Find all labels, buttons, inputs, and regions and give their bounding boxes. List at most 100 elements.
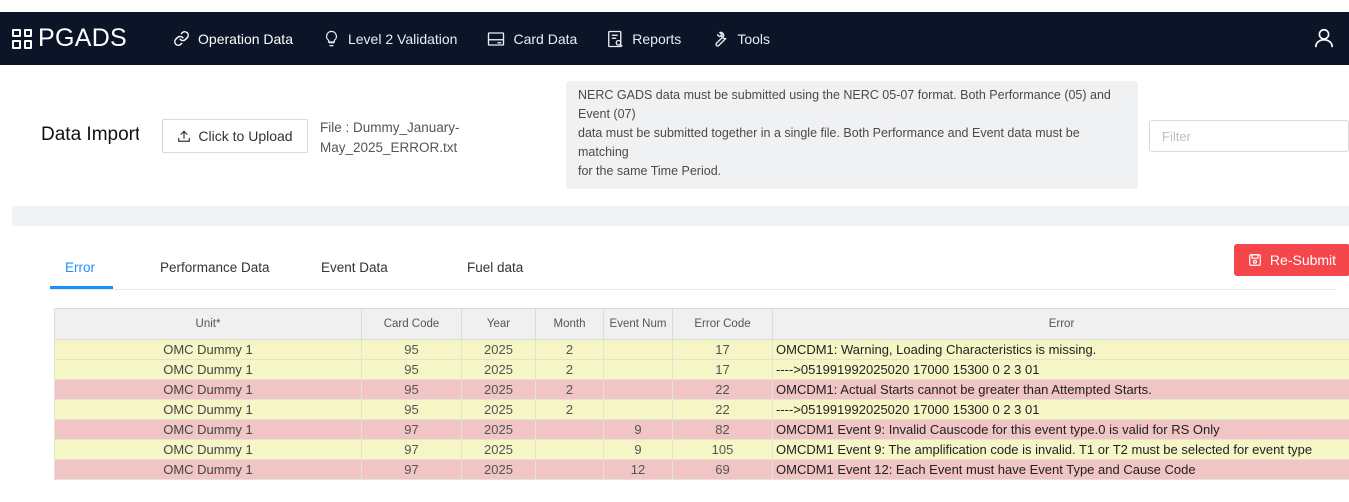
filter-input[interactable] bbox=[1162, 128, 1338, 144]
table-row[interactable]: OMC Dummy 1 95 2025 2 17 OMCDM1: Warning, Loa… bbox=[54, 339, 1349, 360]
cell-year: 2025 bbox=[461, 379, 536, 400]
cell-error-code: 17 bbox=[672, 339, 773, 360]
cell-year: 2025 bbox=[461, 439, 536, 460]
cell-card-code: 95 bbox=[361, 359, 462, 380]
upload-button[interactable]: Click to Upload bbox=[162, 119, 308, 153]
apps-grid-icon bbox=[12, 28, 32, 49]
column-header-unit[interactable]: Unit* bbox=[54, 308, 362, 340]
cell-month bbox=[535, 439, 604, 460]
app-root: PGADS Operation Data Level 2 Validation … bbox=[0, 0, 1349, 502]
cell-event-num: 12 bbox=[603, 459, 673, 480]
table-row[interactable]: OMC Dummy 1 97 2025 9 82 OMCDM1 Event 9: Inva… bbox=[54, 419, 1349, 440]
cell-event-num bbox=[603, 379, 673, 400]
cell-unit: OMC Dummy 1 bbox=[54, 439, 362, 460]
cell-error: OMCDM1: Actual Starts cannot be greater … bbox=[772, 379, 1349, 400]
cell-unit: OMC Dummy 1 bbox=[54, 379, 362, 400]
table-header-row: Unit* Card Code Year Month Event Num Err… bbox=[54, 308, 1349, 340]
section-divider bbox=[12, 206, 1349, 226]
info-line: data must be submitted together in a sin… bbox=[578, 126, 1080, 159]
table-row[interactable]: OMC Dummy 1 97 2025 12 69 OMCDM1 Event 12: Ea… bbox=[54, 459, 1349, 480]
cell-event-num bbox=[603, 339, 673, 360]
cell-error-code: 82 bbox=[672, 419, 773, 440]
cell-year: 2025 bbox=[461, 339, 536, 360]
active-tab-indicator bbox=[50, 286, 113, 289]
cell-unit: OMC Dummy 1 bbox=[54, 339, 362, 360]
cell-error-code: 17 bbox=[672, 359, 773, 380]
resubmit-button[interactable]: Re-Submit bbox=[1234, 244, 1349, 276]
cell-unit: OMC Dummy 1 bbox=[54, 419, 362, 440]
nav-item-reports[interactable]: Reports bbox=[607, 30, 681, 48]
table-row[interactable]: OMC Dummy 1 95 2025 2 22 OMCDM1: Actual Start… bbox=[54, 379, 1349, 400]
cell-error: OMCDM1 Event 9: Invalid Causcode for thi… bbox=[772, 419, 1349, 440]
cell-error: ---->051991992025020 17000 15300 0 2 3 0… bbox=[772, 399, 1349, 420]
top-nav-bar: PGADS Operation Data Level 2 Validation … bbox=[0, 12, 1349, 65]
cell-card-code: 97 bbox=[361, 459, 462, 480]
cell-error-code: 22 bbox=[672, 399, 773, 420]
cell-month: 2 bbox=[535, 379, 604, 400]
user-icon[interactable] bbox=[1313, 27, 1335, 54]
tab-event-data[interactable]: Event Data bbox=[321, 260, 388, 275]
cell-error-code: 69 bbox=[672, 459, 773, 480]
import-panel: Data Import Click to Upload File : Dummy… bbox=[12, 66, 1349, 206]
nav-item-tools[interactable]: Tools bbox=[711, 30, 770, 48]
card-icon bbox=[488, 31, 505, 46]
upload-button-label: Click to Upload bbox=[198, 128, 293, 144]
column-header-card-code[interactable]: Card Code bbox=[361, 308, 462, 340]
cell-card-code: 97 bbox=[361, 439, 462, 460]
nav-item-label: Card Data bbox=[513, 30, 578, 47]
cell-card-code: 97 bbox=[361, 419, 462, 440]
cell-error: OMCDM1: Warning, Loading Characteristics… bbox=[772, 339, 1349, 360]
table-row[interactable]: OMC Dummy 1 95 2025 2 17 ---->051991992025020… bbox=[54, 359, 1349, 380]
cell-year: 2025 bbox=[461, 359, 536, 380]
error-table: Unit* Card Code Year Month Event Num Err… bbox=[54, 308, 1349, 480]
cell-month: 2 bbox=[535, 359, 604, 380]
filter-box bbox=[1149, 120, 1349, 152]
cell-month: 2 bbox=[535, 399, 604, 420]
nav-item-level-2-validation[interactable]: Level 2 Validation bbox=[323, 30, 457, 47]
cell-month bbox=[535, 459, 604, 480]
cell-error-code: 22 bbox=[672, 379, 773, 400]
cell-year: 2025 bbox=[461, 419, 536, 440]
cell-card-code: 95 bbox=[361, 339, 462, 360]
tab-fuel-data[interactable]: Fuel data bbox=[467, 260, 523, 275]
info-line: NERC GADS data must be submitted using t… bbox=[578, 88, 1111, 121]
cell-unit: OMC Dummy 1 bbox=[54, 359, 362, 380]
info-line: for the same Time Period. bbox=[578, 164, 722, 178]
cell-error: OMCDM1 Event 9: The amplification code i… bbox=[772, 439, 1349, 460]
cell-year: 2025 bbox=[461, 399, 536, 420]
cell-error: ---->051991992025020 17000 15300 0 2 3 0… bbox=[772, 359, 1349, 380]
nav-item-label: Reports bbox=[632, 30, 682, 47]
page-title: Data Import bbox=[41, 124, 139, 145]
lightbulb-icon bbox=[325, 30, 337, 47]
column-header-error[interactable]: Error bbox=[772, 308, 1349, 340]
column-header-event-num[interactable]: Event Num bbox=[603, 308, 673, 340]
upload-icon bbox=[178, 130, 191, 142]
column-header-error-code[interactable]: Error Code bbox=[672, 308, 773, 340]
tab-error[interactable]: Error bbox=[65, 260, 95, 275]
cell-unit: OMC Dummy 1 bbox=[54, 459, 362, 480]
cell-year: 2025 bbox=[461, 459, 536, 480]
brand-name: PGADS bbox=[38, 24, 128, 52]
nav-item-label: Tools bbox=[737, 30, 770, 47]
wrench-icon bbox=[715, 31, 727, 47]
cell-month: 2 bbox=[535, 339, 604, 360]
nav-item-card-data[interactable]: Card Data bbox=[487, 31, 577, 47]
cell-error: OMCDM1 Event 12: Each Event must have Ev… bbox=[772, 459, 1349, 480]
cell-event-num: 9 bbox=[603, 419, 673, 440]
cell-event-num bbox=[603, 399, 673, 420]
column-header-month[interactable]: Month bbox=[535, 308, 604, 340]
cell-event-num: 9 bbox=[603, 439, 673, 460]
tab-performance-data[interactable]: Performance Data bbox=[160, 260, 270, 275]
column-header-year[interactable]: Year bbox=[461, 308, 536, 340]
cell-error-code: 105 bbox=[672, 439, 773, 460]
nav-item-label: Level 2 Validation bbox=[347, 30, 458, 47]
table-row[interactable]: OMC Dummy 1 97 2025 9 105 OMCDM1 Event 9: The… bbox=[54, 439, 1349, 460]
save-icon bbox=[1249, 254, 1261, 266]
table-row[interactable]: OMC Dummy 1 95 2025 2 22 ---->051991992025020… bbox=[54, 399, 1349, 420]
file-name: File : Dummy_January-May_2025_ERROR.txt bbox=[320, 120, 460, 155]
brand[interactable]: PGADS bbox=[12, 24, 127, 53]
nav-item-operation-data[interactable]: Operation Data bbox=[173, 30, 293, 47]
format-info-box: NERC GADS data must be submitted using t… bbox=[566, 81, 1138, 189]
nav-item-label: Operation Data bbox=[198, 30, 293, 47]
resubmit-label: Re-Submit bbox=[1269, 252, 1337, 268]
